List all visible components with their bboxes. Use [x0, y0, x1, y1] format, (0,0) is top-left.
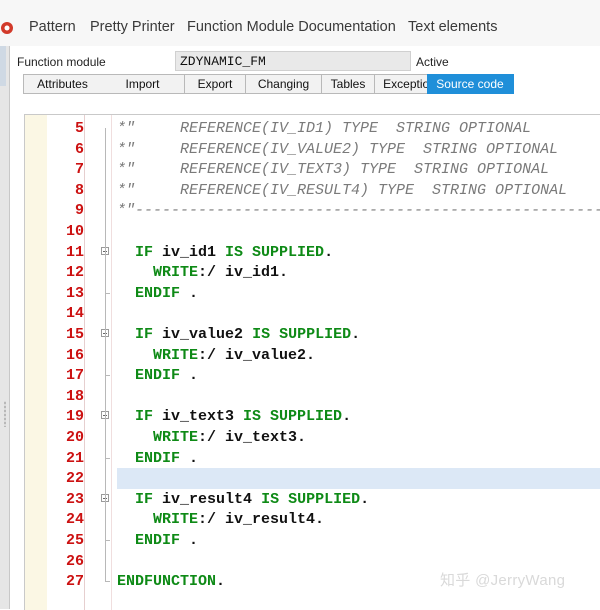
code-text: IF iv_value2 IS SUPPLIED. [135, 326, 361, 343]
code-line[interactable]: 22 [25, 468, 600, 490]
line-number: 18 [65, 387, 84, 405]
code-text: IF iv_text3 IS SUPPLIED. [135, 408, 352, 426]
code-text: ENDIF . [135, 532, 199, 549]
tab-tables[interactable]: Tables [322, 74, 375, 94]
splitter-grip-icon[interactable] [4, 401, 6, 427]
code-text: *" REFERENCE(IV_TEXT3) TYPE STRING OPTIO… [117, 161, 550, 179]
code-text: WRITE:/ iv_result4. [153, 511, 325, 529]
code-text: WRITE:/ iv_value2. [153, 346, 316, 364]
tab-attributes[interactable]: Attributes [23, 74, 102, 94]
code-text: ENDIF . [135, 449, 199, 467]
code-line[interactable]: 20 WRITE:/ iv_text3. [25, 427, 600, 448]
code-text: *" REFERENCE(IV_RESULT4) TYPE STRING OPT… [117, 181, 568, 199]
watermark: 知乎 @JerryWang [440, 572, 566, 589]
line-number: 12 [65, 264, 84, 282]
function-module-name-field[interactable]: ZDYNAMIC_FM [175, 51, 411, 71]
code-line[interactable]: 24 WRITE:/ iv_result4. [25, 509, 600, 530]
code-text: *" REFERENCE(IV_VALUE2) TYPE STRING OPTI… [117, 140, 559, 158]
code-line[interactable]: 6 *" REFERENCE(IV_VALUE2) TYPE STRING OPT… [25, 139, 600, 160]
code-line[interactable]: 25 ENDIF . [25, 530, 600, 551]
line-number: 17 [65, 367, 84, 385]
line-number: 16 [65, 346, 84, 364]
code-line[interactable]: 19 IF iv_text3 IS SUPPLIED. [25, 406, 600, 427]
code-line[interactable]: 13 ENDIF . [25, 283, 600, 304]
code-line[interactable]: 5 *" REFERENCE(IV_ID1) TYPE STRING OPTION… [25, 118, 600, 139]
navigation-splitter[interactable] [0, 46, 10, 609]
line-number: 13 [65, 284, 84, 302]
code-line[interactable]: 15 IF iv_value2 IS SUPPLIED. [25, 324, 600, 345]
application-toolbar: Pattern Pretty Printer Function Module D… [0, 0, 600, 47]
code-text: IF iv_result4 IS SUPPLIED. [135, 490, 370, 508]
code-line[interactable]: 17 ENDIF . [25, 365, 600, 386]
code-text: IF iv_id1 IS SUPPLIED. [135, 243, 334, 261]
line-number: 10 [65, 223, 84, 240]
code-text: ENDFUNCTION. [117, 573, 226, 591]
code-line[interactable]: 21 ENDIF . [25, 448, 600, 469]
code-line[interactable]: 8 *" REFERENCE(IV_RESULT4) TYPE STRING OP… [25, 180, 600, 201]
tab-source-code[interactable]: Source code [427, 74, 514, 94]
line-number: 14 [65, 305, 84, 323]
line-number: 11 [65, 243, 84, 261]
line-number: 6 [74, 140, 84, 158]
function-module-label: Function module [17, 55, 106, 69]
pattern-button[interactable]: Pattern [29, 19, 76, 35]
line-number: 15 [65, 326, 84, 343]
line-number: 8 [74, 181, 84, 199]
code-line[interactable]: 16 WRITE:/ iv_value2. [25, 345, 600, 366]
pretty-printer-button[interactable]: Pretty Printer [90, 19, 175, 35]
code-line[interactable]: 9 *"-------------------------------------… [25, 200, 600, 221]
line-number: 19 [65, 408, 84, 426]
code-text: WRITE:/ iv_text3. [153, 429, 307, 446]
function-module-documentation-button[interactable]: Function Module Documentation [187, 19, 396, 35]
line-number: 5 [74, 120, 84, 137]
code-line[interactable]: 7 *" REFERENCE(IV_TEXT3) TYPE STRING OPTI… [25, 159, 600, 180]
code-line[interactable]: 14 [25, 303, 600, 324]
current-line-highlight [117, 468, 600, 490]
splitter-highlight [0, 46, 6, 86]
tab-import[interactable]: Import [101, 74, 185, 94]
code-line[interactable]: 12 WRITE:/ iv_id1. [25, 262, 600, 283]
code-text: *" REFERENCE(IV_ID1) TYPE STRING OPTIONA… [117, 120, 532, 137]
block-guide-line [105, 128, 106, 582]
status-badge: Active [416, 55, 449, 69]
source-code-editor[interactable]: 5 *" REFERENCE(IV_ID1) TYPE STRING OPTION… [24, 114, 600, 610]
code-text: *"--------------------------------------… [117, 202, 600, 220]
line-number: 7 [74, 161, 84, 179]
code-text: ENDIF . [135, 284, 199, 302]
line-number: 22 [65, 470, 84, 488]
line-number: 9 [74, 202, 84, 220]
line-number: 25 [65, 532, 84, 549]
line-number: 20 [65, 429, 84, 446]
line-number: 21 [65, 449, 84, 467]
tab-export[interactable]: Export [185, 74, 246, 94]
code-line[interactable]: 10 [25, 221, 600, 242]
code-line[interactable]: 11 IF iv_id1 IS SUPPLIED. [25, 242, 600, 263]
line-number: 23 [65, 490, 84, 508]
line-number: 26 [65, 552, 84, 570]
code-text: WRITE:/ iv_id1. [153, 264, 289, 282]
code-text: ENDIF . [135, 367, 199, 385]
line-number: 27 [65, 573, 84, 591]
code-line[interactable]: 23 IF iv_result4 IS SUPPLIED. [25, 489, 600, 510]
line-number: 24 [65, 511, 84, 529]
pattern-icon[interactable] [0, 20, 13, 36]
tab-changing[interactable]: Changing [246, 74, 322, 94]
code-line[interactable]: 18 [25, 386, 600, 407]
text-elements-button[interactable]: Text elements [408, 19, 497, 35]
block-guide-line [105, 581, 110, 583]
